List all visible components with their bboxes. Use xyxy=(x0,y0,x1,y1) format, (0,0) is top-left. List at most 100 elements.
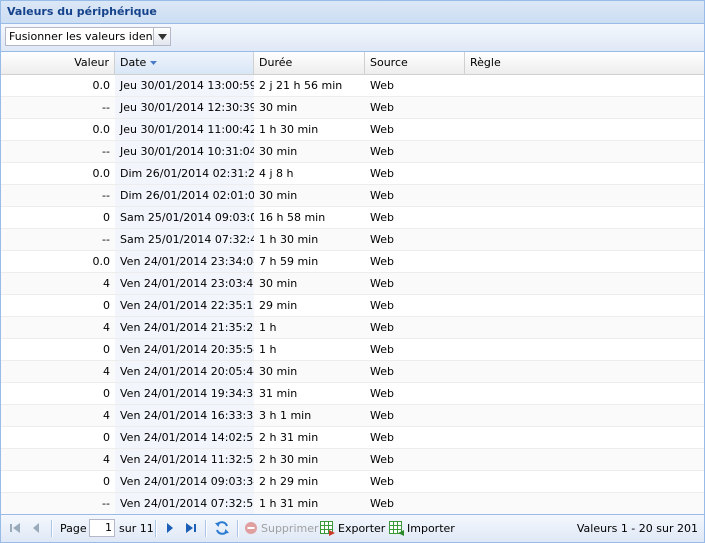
import-button[interactable]: Importer xyxy=(389,520,455,536)
cell-source: Web xyxy=(370,453,394,466)
cell-duree: 1 h 31 min xyxy=(259,497,319,510)
column-header-date-label: Date xyxy=(120,56,147,69)
table-row[interactable]: 0.0 Jeu 30/01/2014 11:00:42 1 h 30 min Web xyxy=(1,119,704,141)
table-row[interactable]: 4 Ven 24/01/2014 11:32:55 2 h 30 min Web xyxy=(1,449,704,471)
cell-valeur: 0.0 xyxy=(92,123,111,136)
table-row[interactable]: 0 Ven 24/01/2014 19:34:36 31 min Web xyxy=(1,383,704,405)
merge-values-combo-input[interactable]: Fusionner les valeurs identiqu xyxy=(5,27,154,46)
cell-valeur: -- xyxy=(102,101,110,114)
cell-duree: 2 h 31 min xyxy=(259,431,319,444)
cell-date: Dim 26/01/2014 02:01:00 xyxy=(115,185,254,206)
cell-regle xyxy=(465,97,704,118)
cell-date: Sam 25/01/2014 07:32:46 xyxy=(115,229,254,250)
pager-separator xyxy=(51,520,53,537)
cell-duree: 30 min xyxy=(259,145,298,158)
cell-source: Web xyxy=(370,233,394,246)
cell-date: Ven 24/01/2014 11:32:55 xyxy=(115,449,254,470)
cell-date: Ven 24/01/2014 19:34:36 xyxy=(115,383,254,404)
cell-valeur: 0 xyxy=(103,475,110,488)
delete-icon xyxy=(245,522,257,534)
table-row[interactable]: 4 Ven 24/01/2014 16:33:36 3 h 1 min Web xyxy=(1,405,704,427)
table-row[interactable]: 0 Ven 24/01/2014 09:03:34 2 h 29 min Web xyxy=(1,471,704,493)
cell-date: Jeu 30/01/2014 11:00:42 xyxy=(115,119,254,140)
column-header-source[interactable]: Source xyxy=(365,52,465,74)
column-header-duree[interactable]: Durée xyxy=(254,52,365,74)
cell-valeur: 0.0 xyxy=(92,255,111,268)
cell-regle xyxy=(465,75,704,96)
cell-regle xyxy=(465,471,704,492)
column-header-valeur[interactable]: Valeur xyxy=(1,52,115,74)
table-row[interactable]: -- Sam 25/01/2014 07:32:46 1 h 30 min Web xyxy=(1,229,704,251)
grid-header: Valeur Date Durée Source Règle xyxy=(1,52,704,75)
refresh-button[interactable] xyxy=(214,520,230,536)
table-row[interactable]: 0 Ven 24/01/2014 22:35:12 29 min Web xyxy=(1,295,704,317)
column-header-regle-label: Règle xyxy=(470,56,501,69)
pager-separator xyxy=(237,520,239,537)
paging-status: Valeurs 1 - 20 sur 201 xyxy=(576,522,698,535)
cell-date: Dim 26/01/2014 02:31:22 xyxy=(115,163,254,184)
cell-valeur: 0 xyxy=(103,299,110,312)
table-row[interactable]: 4 Ven 24/01/2014 23:03:49 30 min Web xyxy=(1,273,704,295)
table-row[interactable]: 0 Ven 24/01/2014 20:35:54 1 h Web xyxy=(1,339,704,361)
column-header-duree-label: Durée xyxy=(259,56,293,69)
merge-values-combo[interactable]: Fusionner les valeurs identiqu xyxy=(5,27,171,46)
table-row[interactable]: 0.0 Jeu 30/01/2014 13:00:59 2 j 21 h 56 mi… xyxy=(1,75,704,97)
cell-regle xyxy=(465,493,704,514)
table-row[interactable]: -- Ven 24/01/2014 07:32:59 1 h 31 min Web xyxy=(1,493,704,515)
cell-duree: 2 j 21 h 56 min xyxy=(259,79,343,92)
table-row[interactable]: 0 Sam 25/01/2014 09:03:03 16 h 58 min Web xyxy=(1,207,704,229)
cell-valeur: 4 xyxy=(103,365,110,378)
delete-button[interactable]: Supprimer xyxy=(244,520,319,536)
device-values-panel: Valeurs du périphérique Fusionner les va… xyxy=(0,0,705,543)
cell-source: Web xyxy=(370,365,394,378)
cell-valeur: 0.0 xyxy=(92,79,111,92)
table-row[interactable]: -- Jeu 30/01/2014 12:30:39 30 min Web xyxy=(1,97,704,119)
paging-toolbar: Page 1 sur 11 Supprimer Exporter Importe… xyxy=(1,514,704,542)
cell-valeur: -- xyxy=(102,497,110,510)
table-row[interactable]: 0 Ven 24/01/2014 14:02:59 2 h 31 min Web xyxy=(1,427,704,449)
sort-desc-icon xyxy=(150,61,158,65)
table-row[interactable]: 0.0 Ven 24/01/2014 23:34:04 7 h 59 min Web xyxy=(1,251,704,273)
export-button[interactable]: Exporter xyxy=(320,520,385,536)
column-header-regle[interactable]: Règle xyxy=(465,52,704,74)
pager-separator xyxy=(205,520,207,537)
table-row[interactable]: 4 Ven 24/01/2014 20:05:44 30 min Web xyxy=(1,361,704,383)
cell-date: Sam 25/01/2014 09:03:03 xyxy=(115,207,254,228)
next-page-button[interactable] xyxy=(165,520,175,536)
column-header-date[interactable]: Date xyxy=(115,52,254,74)
column-header-valeur-label: Valeur xyxy=(74,56,109,69)
cell-duree: 4 j 8 h xyxy=(259,167,294,180)
cell-duree: 1 h 30 min xyxy=(259,123,319,136)
cell-date: Jeu 30/01/2014 10:31:04 xyxy=(115,141,254,162)
cell-regle xyxy=(465,427,704,448)
cell-source: Web xyxy=(370,387,394,400)
cell-valeur: 0.0 xyxy=(92,167,111,180)
table-row[interactable]: 4 Ven 24/01/2014 21:35:29 1 h Web xyxy=(1,317,704,339)
export-icon xyxy=(320,520,335,536)
first-page-button[interactable] xyxy=(9,520,21,536)
cell-duree: 1 h xyxy=(259,343,277,356)
cell-regle xyxy=(465,119,704,140)
cell-duree: 30 min xyxy=(259,189,298,202)
prev-page-icon xyxy=(33,523,39,533)
cell-date: Ven 24/01/2014 22:35:12 xyxy=(115,295,254,316)
table-row[interactable]: -- Dim 26/01/2014 02:01:00 30 min Web xyxy=(1,185,704,207)
cell-valeur: 4 xyxy=(103,277,110,290)
cell-regle xyxy=(465,295,704,316)
cell-valeur: 0 xyxy=(103,431,110,444)
cell-duree: 30 min xyxy=(259,101,298,114)
cell-regle xyxy=(465,141,704,162)
cell-valeur: 4 xyxy=(103,321,110,334)
cell-date: Ven 24/01/2014 23:34:04 xyxy=(115,251,254,272)
cell-source: Web xyxy=(370,343,394,356)
cell-regle xyxy=(465,207,704,228)
last-page-button[interactable] xyxy=(185,520,197,536)
table-row[interactable]: 0.0 Dim 26/01/2014 02:31:22 4 j 8 h Web xyxy=(1,163,704,185)
table-row[interactable]: -- Jeu 30/01/2014 10:31:04 30 min Web xyxy=(1,141,704,163)
merge-values-combo-trigger[interactable] xyxy=(154,27,171,46)
prev-page-button[interactable] xyxy=(31,520,41,536)
delete-label: Supprimer xyxy=(261,521,319,535)
pager-separator xyxy=(155,520,157,537)
page-number-input[interactable]: 1 xyxy=(89,519,115,537)
cell-regle xyxy=(465,163,704,184)
